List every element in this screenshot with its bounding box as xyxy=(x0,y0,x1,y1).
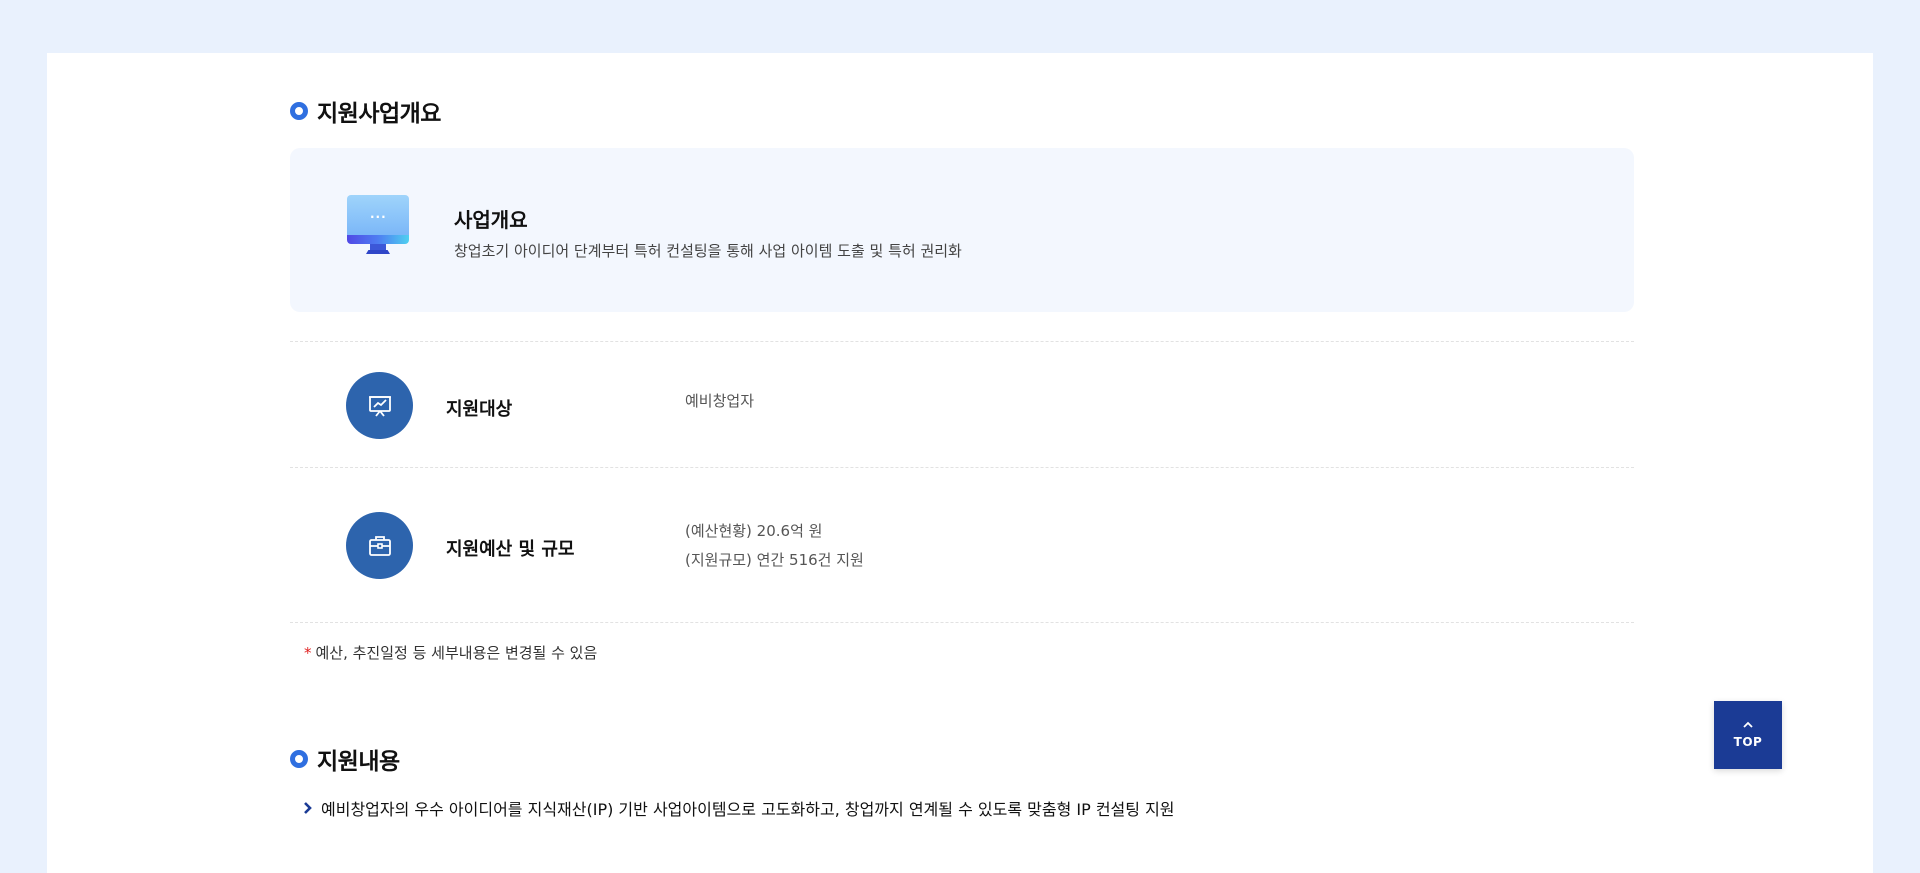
divider xyxy=(290,622,1634,623)
row-value: 예비창업자 xyxy=(685,387,754,416)
ring-bullet-icon xyxy=(290,750,308,768)
info-row-budget: 지원예산 및 규모 (예산현황) 20.6억 원 (지원규모) 연간 516건 … xyxy=(290,467,1634,622)
overview-description: 창업초기 아이디어 단계부터 특허 컨설팅을 통해 사업 아이템 도출 및 특허… xyxy=(454,242,962,260)
scroll-top-button[interactable]: TOP xyxy=(1714,701,1782,769)
row-value-line: (예산현황) 20.6억 원 xyxy=(685,522,823,540)
row-value-line: 예비창업자 xyxy=(685,392,755,410)
ring-bullet-icon xyxy=(290,102,308,120)
section-title-content: 지원내용 xyxy=(290,744,400,775)
monitor-icon: ··· xyxy=(346,194,412,256)
chevron-right-icon xyxy=(300,800,316,816)
section-title-overview: 지원사업개요 xyxy=(290,96,441,127)
content-card: 지원사업개요 ··· 사업개요 창업초기 아이디어 단계부터 특허 컨설팅을 통… xyxy=(47,53,1873,873)
row-label: 지원대상 xyxy=(446,399,513,420)
section-title-text: 지원사업개요 xyxy=(317,101,441,127)
notice-text: * 예산, 추진일정 등 세부내용은 변경될 수 있음 xyxy=(304,642,597,663)
overview-box: ··· 사업개요 창업초기 아이디어 단계부터 특허 컨설팅을 통해 사업 아이… xyxy=(290,148,1634,312)
support-item: 예비창업자의 우수 아이디어를 지식재산(IP) 기반 사업아이템으로 고도화하… xyxy=(300,796,1175,820)
section-title-text: 지원내용 xyxy=(317,749,400,775)
chevron-up-icon xyxy=(1743,721,1753,728)
row-label: 지원예산 및 규모 xyxy=(446,539,575,560)
overview-title: 사업개요 xyxy=(454,208,528,232)
scroll-top-label: TOP xyxy=(1733,735,1763,749)
notice-message: 예산, 추진일정 등 세부내용은 변경될 수 있음 xyxy=(315,644,598,662)
briefcase-icon xyxy=(346,512,413,579)
row-value: (예산현황) 20.6억 원 (지원규모) 연간 516건 지원 xyxy=(685,517,864,575)
row-value-line: (지원규모) 연간 516건 지원 xyxy=(685,551,864,569)
presentation-chart-icon xyxy=(346,372,413,439)
support-item-text: 예비창업자의 우수 아이디어를 지식재산(IP) 기반 사업아이템으로 고도화하… xyxy=(321,800,1175,819)
asterisk-mark: * xyxy=(304,644,312,662)
info-row-target: 지원대상 예비창업자 xyxy=(290,341,1634,467)
